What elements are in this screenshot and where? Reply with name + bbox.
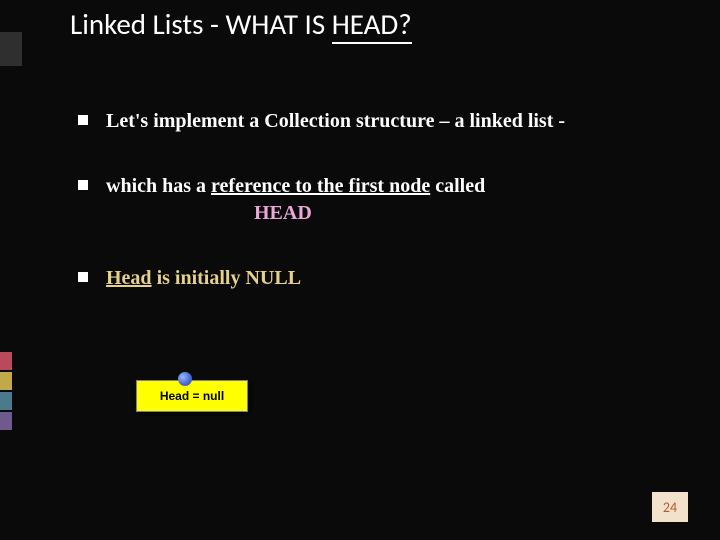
head-null-text: Head = null — [160, 389, 224, 403]
bullet-2-prefix: which has a — [106, 175, 211, 197]
bullet-list: Let's implement a Collection structure –… — [78, 108, 678, 330]
bullet-2-suffix: called — [430, 175, 485, 197]
title-head-word: HEAD? — [332, 6, 412, 44]
color-tab-icon — [0, 392, 12, 410]
bullet-marker — [78, 180, 88, 190]
page-number-value: 24 — [663, 499, 677, 516]
bullet-3-head: Head — [106, 267, 152, 289]
bullet-2-text: which has a reference to the first node … — [106, 173, 678, 227]
bullet-1-text: Let's implement a Collection structure –… — [106, 108, 678, 135]
slide: Linked Lists - WHAT IS HEAD? Let's imple… — [0, 0, 720, 540]
slide-title: Linked Lists - WHAT IS HEAD? — [70, 6, 670, 42]
node-dot-icon — [178, 372, 192, 386]
bullet-3-text: Head is initially NULL — [106, 265, 678, 292]
page-number: 24 — [652, 492, 688, 522]
color-tab-icon — [0, 352, 12, 370]
head-label: HEAD — [254, 200, 678, 227]
bullet-1: Let's implement a Collection structure –… — [78, 108, 678, 135]
color-tab-icon — [0, 372, 12, 390]
left-tab — [0, 32, 22, 66]
bullet-2: which has a reference to the first node … — [78, 173, 678, 227]
bullet-3: Head is initially NULL — [78, 265, 678, 292]
bullet-marker — [78, 115, 88, 125]
title-prefix: Linked Lists - WHAT IS — [70, 6, 332, 42]
decorative-tabs — [0, 350, 16, 430]
bullet-3-rest: is initially NULL — [152, 267, 301, 289]
color-tab-icon — [0, 412, 12, 430]
bullet-2-reference: reference to the first node — [211, 175, 430, 197]
bullet-marker — [78, 272, 88, 282]
head-null-box: Head = null — [136, 380, 248, 412]
